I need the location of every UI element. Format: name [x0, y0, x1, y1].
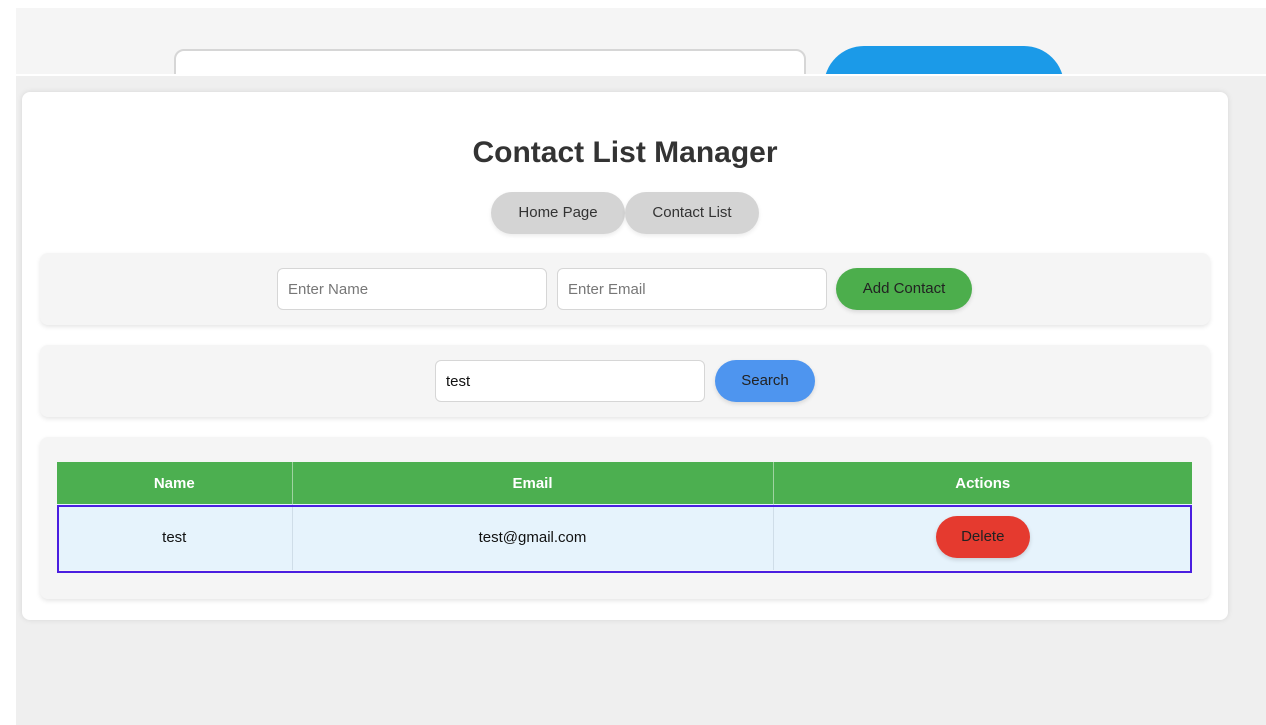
background-button	[824, 46, 1064, 74]
table-row[interactable]: test test@gmail.com Delete	[57, 504, 1192, 570]
nav-home-page-button[interactable]: Home Page	[491, 192, 625, 234]
add-contact-form: Add Contact	[40, 253, 1210, 325]
column-header-email: Email	[292, 462, 774, 504]
page-title: Contact List Manager	[472, 136, 778, 169]
search-input[interactable]	[435, 360, 705, 402]
name-input[interactable]	[277, 268, 547, 310]
app-card: Contact List Manager Home Page Contact L…	[22, 92, 1228, 620]
contacts-table-panel: Name Email Actions test test@gmail.com D…	[40, 437, 1210, 599]
email-input[interactable]	[557, 268, 827, 310]
nav-bar: Home Page Contact List	[491, 192, 759, 234]
contact-actions-cell: Delete	[773, 504, 1192, 570]
search-form: Search	[40, 345, 1210, 417]
contact-email-cell: test@gmail.com	[292, 504, 774, 570]
background-input	[174, 49, 806, 74]
column-header-actions: Actions	[773, 462, 1192, 504]
contact-name-cell: test	[57, 504, 293, 570]
table-header-row: Name Email Actions	[57, 462, 1192, 504]
contacts-table: Name Email Actions test test@gmail.com D…	[57, 462, 1192, 570]
add-contact-button[interactable]: Add Contact	[836, 268, 972, 310]
background-page-strip	[16, 8, 1266, 74]
search-button[interactable]: Search	[715, 360, 815, 402]
column-header-name: Name	[57, 462, 293, 504]
delete-button[interactable]: Delete	[935, 516, 1030, 558]
nav-contact-list-button[interactable]: Contact List	[625, 192, 759, 234]
